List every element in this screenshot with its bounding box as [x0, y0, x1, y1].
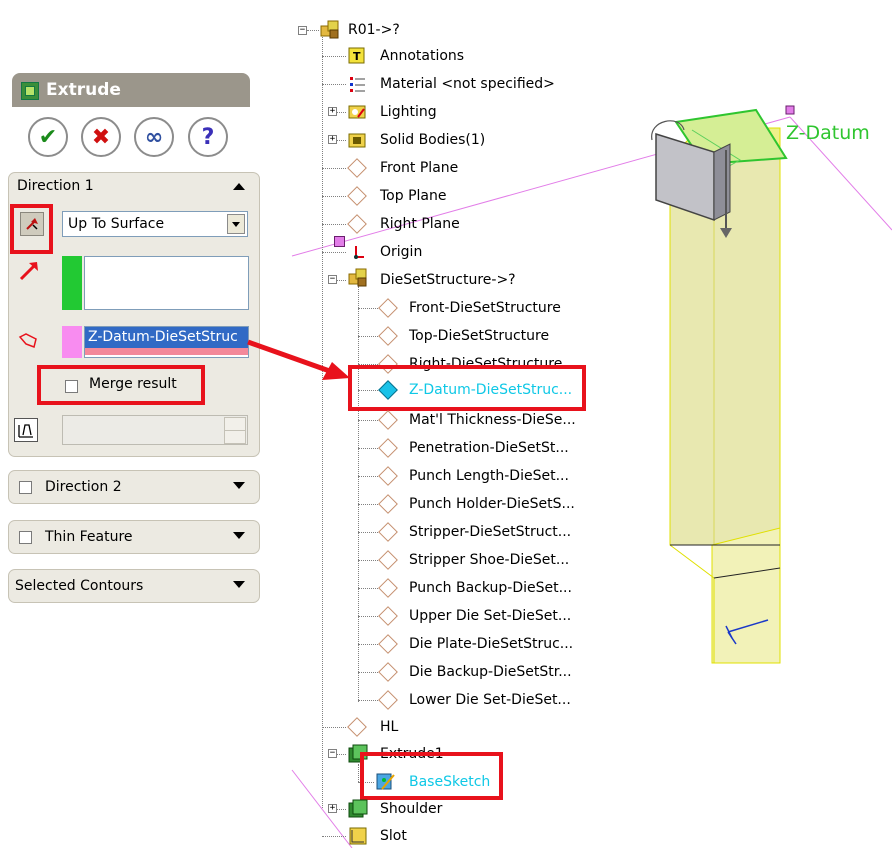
- model-viewport[interactable]: [640, 100, 892, 680]
- z-datum-label: Z-Datum: [786, 122, 870, 144]
- callout-arrow-line: [247, 339, 339, 377]
